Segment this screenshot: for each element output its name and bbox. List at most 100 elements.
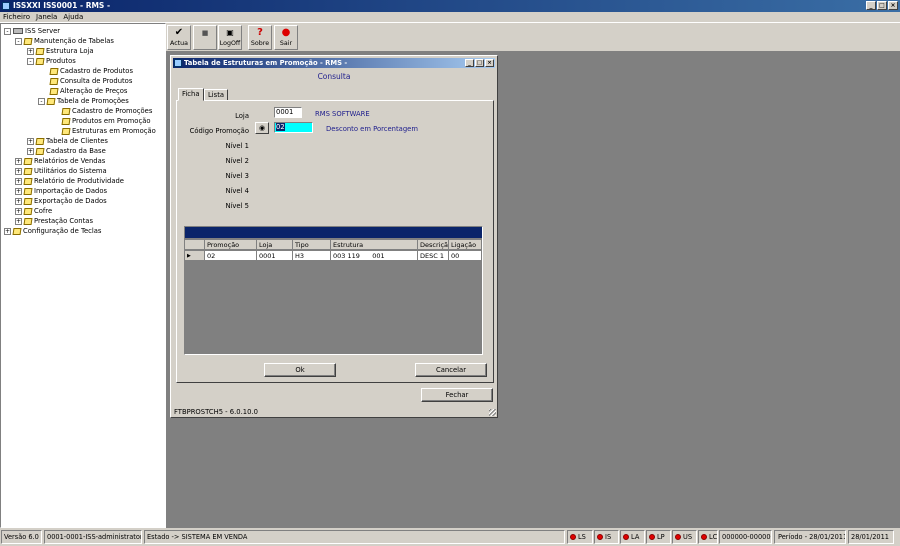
app-icon [2,2,10,10]
tree-node[interactable]: - Tabela de Promoções [38,96,129,106]
row-indicator-header [185,240,205,250]
mode-label: Consulta [317,72,351,81]
cancel-button[interactable]: Cancelar [415,363,487,377]
column-header[interactable]: Tipo [293,240,331,250]
logoff-button[interactable]: ▣ LogOff [218,25,242,50]
toolbar: ✔ Actua ■ ▣ LogOff ? Sobre ● Sair [166,23,900,51]
grid-cell[interactable]: 0001 [257,251,293,261]
expander-icon[interactable]: + [27,147,34,155]
tree-node[interactable]: + Estrutura Loja [27,46,94,56]
fechar-button[interactable]: Fechar [421,388,493,402]
column-header[interactable]: Promoção [205,240,257,250]
dialog-maximize-button[interactable]: □ [475,59,484,67]
edit-button[interactable]: ■ [193,25,217,50]
expander-icon[interactable]: - [15,37,22,45]
nivel1-label: Nível 1 [225,142,249,150]
status-led-is: IS [594,530,619,544]
folder-icon [49,77,59,85]
tree-node[interactable]: + Tabela de Clientes [27,136,108,146]
column-header[interactable]: Ligação [449,240,482,250]
tree-node[interactable]: + Cadastro da Base [27,146,106,156]
expander-icon[interactable]: + [15,157,22,165]
grid-cell[interactable]: DESC 1 [418,251,449,261]
logoff-icon: ▣ [226,28,234,37]
expander-icon[interactable]: + [15,167,22,175]
status-bar: Versão 6.0 0001-0001-ISS-administrator E… [0,528,900,546]
tree-node[interactable]: + Importação de Dados [15,186,107,196]
grid-cell[interactable]: 003 119 001 [331,251,418,261]
expander-icon[interactable]: - [38,97,45,105]
tree-node[interactable]: + Configuração de Teclas [4,226,101,236]
column-header[interactable]: Estrutura [331,240,418,250]
expander-icon[interactable]: + [15,197,22,205]
help-icon: ? [257,27,263,38]
ok-button[interactable]: Ok [264,363,336,377]
tree-node[interactable]: - Manutenção de Tabelas [15,36,114,46]
column-header[interactable]: Loja [257,240,293,250]
minimize-button[interactable]: _ [866,1,876,10]
expander-icon[interactable]: + [15,177,22,185]
tree-leaf[interactable]: Cadastro de Produtos [49,66,133,76]
row-pointer-icon: ▶ [185,251,205,261]
tree-node[interactable]: - Produtos [27,56,76,66]
dialog-close-button[interactable]: × [485,59,494,67]
codigo-promocao-input[interactable]: 02 [274,122,313,133]
sair-button[interactable]: ● Sair [274,25,298,50]
expander-icon[interactable]: + [27,137,34,145]
red-led-icon [649,534,655,540]
status-period: Período - 28/01/2011 [774,530,846,544]
app-title: ISSXXI ISS0001 - RMS - [13,1,111,10]
column-header[interactable]: Descriçã [418,240,449,250]
expander-icon[interactable]: - [27,57,34,65]
tree-node[interactable]: + Cofre [15,206,52,216]
tree-root[interactable]: - ISS Server [4,26,60,36]
codigo-promocao-description: Desconto em Porcentagem [326,125,418,133]
folder-icon [23,177,33,185]
expander-icon[interactable]: + [27,47,34,55]
open-folder-icon [61,127,71,135]
expander-icon[interactable]: + [15,187,22,195]
estruturas-grid[interactable]: Promoção Loja Tipo Estrutura Descriçã Li… [184,226,483,355]
menu-ajuda[interactable]: Ajuda [63,12,83,22]
tree-leaf-selected[interactable]: Estruturas em Promoção [61,126,156,136]
collapse-icon[interactable]: - [4,27,11,35]
actua-button[interactable]: ✔ Actua [167,25,191,50]
tree-leaf[interactable]: Produtos em Promoção [61,116,151,126]
expander-icon[interactable]: + [15,217,22,225]
grid-cell[interactable]: 00 [449,251,482,261]
tree-node[interactable]: + Relatório de Produtividade [15,176,124,186]
status-led-lp: LP [646,530,671,544]
folder-icon [35,147,45,155]
folder-icon [23,207,33,215]
tree-node[interactable]: + Prestação Contas [15,216,93,226]
nivel4-label: Nível 4 [225,187,249,195]
grid-cell[interactable]: 02 [205,251,257,261]
tree-leaf[interactable]: Cadastro de Promoções [61,106,152,116]
close-button[interactable]: × [888,1,898,10]
tree-node[interactable]: + Exportação de Dados [15,196,107,206]
expander-icon[interactable]: + [15,207,22,215]
dialog-minimize-button[interactable]: _ [465,59,474,67]
binoculars-icon[interactable]: ◉ [255,122,269,134]
menu-ficheiro[interactable]: Ficheiro [3,12,30,22]
resize-grip-icon[interactable] [489,409,496,416]
tree-leaf[interactable]: Consulta de Produtos [49,76,132,86]
tab-ficha[interactable]: Ficha [178,88,204,101]
red-led-icon [623,534,629,540]
sobre-button[interactable]: ? Sobre [248,25,272,50]
tree-node[interactable]: + Relatórios de Vendas [15,156,105,166]
grid-cell[interactable]: H3 [293,251,331,261]
tree-node[interactable]: + Utilitários do Sistema [15,166,107,176]
status-led-lc: LC [698,530,718,544]
nivel5-label: Nível 5 [225,202,249,210]
status-state: Estado -> SISTEMA EM VENDA [144,530,565,544]
folder-icon [23,187,33,195]
table-row[interactable]: ▶ 02 0001 H3 003 119 001 DESC 1 00 [185,251,482,261]
folder-icon [23,197,33,205]
menu-janela[interactable]: Janela [36,12,57,22]
expander-icon[interactable]: + [4,227,11,235]
maximize-button[interactable]: □ [877,1,887,10]
tree-leaf[interactable]: Alteração de Preços [49,86,127,96]
loja-label: Loja [235,112,249,120]
loja-input[interactable]: 0001 [274,107,302,118]
